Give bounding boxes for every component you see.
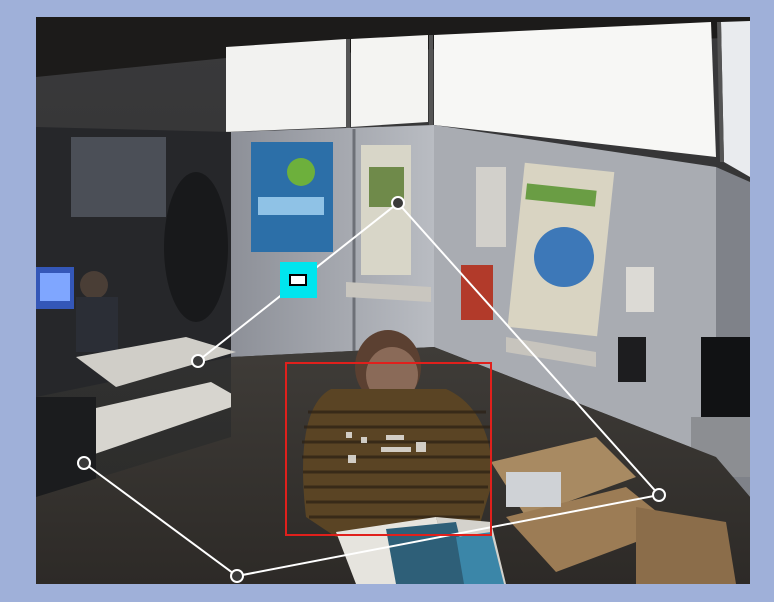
zone-vertex-handle[interactable] [77,456,91,470]
zone-vertex-handle[interactable] [191,354,205,368]
person-detection-box [285,362,492,536]
zone-vertex-handle[interactable] [230,569,244,583]
zone-vertex-handle[interactable] [652,488,666,502]
calibration-handle[interactable] [280,262,317,298]
zone-polygon-edges [83,201,661,578]
camera-feed [36,17,750,584]
viewer-frame [0,0,774,602]
analytics-overlay [77,196,666,583]
zone-vertex-handle[interactable] [391,196,405,210]
zone-polygon[interactable] [77,196,666,583]
calibration-handle-center[interactable] [289,274,307,286]
